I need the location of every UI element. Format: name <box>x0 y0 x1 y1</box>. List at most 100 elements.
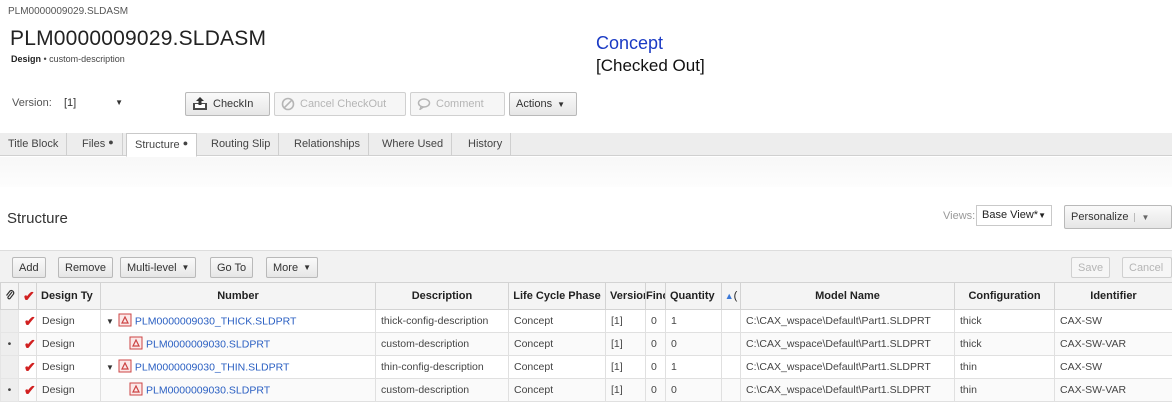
quantity-cell: 1 <box>665 355 722 379</box>
design-type-cell: Design <box>36 355 101 379</box>
lifecycle-cell: Concept <box>508 355 606 379</box>
version-select[interactable]: [1] ▼ <box>60 94 128 112</box>
tab-title-block[interactable]: Title Block <box>0 133 68 156</box>
number-cell: PLM0000009030.SLDPRT <box>100 332 376 356</box>
checkmark-icon: ✔ <box>24 312 36 329</box>
expand-triangle-icon[interactable]: ▼ <box>106 363 114 372</box>
column-header-quantity[interactable]: Quantity <box>665 282 722 310</box>
find-number-cell: 0 <box>645 355 666 379</box>
tab-indicator-dot: ● <box>182 138 189 148</box>
model-name-cell: C:\CAX_wspace\Default\Part1.SLDPRT <box>740 332 955 356</box>
description-cell: thick-config-description <box>375 309 509 333</box>
tab-relationships[interactable]: Relationships <box>286 133 370 156</box>
spacer-cell <box>721 332 741 356</box>
chevron-down-icon: ▼ <box>115 98 123 107</box>
checkin-button[interactable]: CheckIn <box>185 92 270 116</box>
comment-icon <box>417 98 431 110</box>
number-link[interactable]: PLM0000009030.SLDPRT <box>146 338 270 350</box>
column-header-model-name[interactable]: Model Name <box>740 282 955 310</box>
expand-triangle-icon[interactable]: ▼ <box>106 317 114 326</box>
tab-history[interactable]: History <box>460 133 512 156</box>
version-cell: [1] <box>605 355 646 379</box>
model-name-cell: C:\CAX_wspace\Default\Part1.SLDPRT <box>740 355 955 379</box>
tab-where-used[interactable]: Where Used <box>374 133 453 156</box>
chevron-down-icon[interactable]: ▼ <box>1134 212 1149 222</box>
table-row[interactable]: ✔ Design ▼ PLM0000009030_THIN.SLDPRT thin-co… <box>0 355 1172 379</box>
table-row[interactable]: • ✔ Design PLM0000009030.SLDPRT custom-descr… <box>0 332 1172 356</box>
spacer-cell <box>721 309 741 333</box>
design-type-cell: Design <box>36 309 101 333</box>
row-selector[interactable]: • <box>0 378 19 402</box>
part-icon <box>118 313 132 330</box>
save-button[interactable]: Save <box>1071 257 1111 278</box>
number-link[interactable]: PLM0000009030.SLDPRT <box>146 384 270 396</box>
column-header-configuration[interactable]: Configuration <box>954 282 1055 310</box>
remove-button[interactable]: Remove <box>58 257 113 278</box>
checkin-icon <box>192 97 208 111</box>
status-column-header[interactable]: ✔ <box>18 282 37 310</box>
design-type-cell: Design <box>36 332 101 356</box>
go-to-button[interactable]: Go To <box>210 257 254 278</box>
find-number-cell: 0 <box>645 378 666 402</box>
actions-button[interactable]: Actions ▼ <box>509 92 577 116</box>
cancel-button[interactable]: Cancel <box>1122 257 1172 278</box>
breadcrumb: PLM0000009029.SLDASM <box>8 6 129 17</box>
configuration-cell: thin <box>954 355 1055 379</box>
column-header-version[interactable]: Version <box>605 282 646 310</box>
checkmark-icon: ✔ <box>24 381 36 398</box>
personalize-button[interactable]: Personalize ▼ <box>1064 205 1172 229</box>
model-name-cell: C:\CAX_wspace\Default\Part1.SLDPRT <box>740 309 955 333</box>
column-header-sort[interactable]: ▲( <box>721 282 741 310</box>
configuration-cell: thick <box>954 332 1055 356</box>
sort-ascending-icon: ▲ <box>724 291 734 301</box>
find-number-cell: 0 <box>645 309 666 333</box>
table-row[interactable]: • ✔ Design PLM0000009030.SLDPRT custom-descr… <box>0 378 1172 402</box>
number-link[interactable]: PLM0000009030_THIN.SLDPRT <box>135 361 289 373</box>
checkout-status: [Checked Out] <box>596 56 705 75</box>
add-button[interactable]: Add <box>12 257 46 278</box>
identifier-cell: CAX-SW-VAR <box>1054 332 1172 356</box>
views-select[interactable]: Base View* ▼ <box>976 205 1052 226</box>
chevron-down-icon: ▼ <box>1038 211 1046 220</box>
status-cell: ✔ <box>18 378 37 402</box>
tab-structure[interactable]: Structure ● <box>126 133 198 157</box>
page-title: PLM0000009029.SLDASM <box>10 27 267 50</box>
description-cell: custom-description <box>375 332 509 356</box>
identifier-cell: CAX-SW <box>1054 355 1172 379</box>
column-header-number[interactable]: Number <box>100 282 376 310</box>
table-row[interactable]: ✔ Design ▼ PLM0000009030_THICK.SLDPRT thick-… <box>0 309 1172 333</box>
more-button[interactable]: More ▼ <box>266 257 318 278</box>
attachment-column-header[interactable] <box>0 282 19 310</box>
version-cell: [1] <box>605 309 646 333</box>
column-header-lifecycle[interactable]: Life Cycle Phase <box>508 282 606 310</box>
multi-level-button[interactable]: Multi-level ▼ <box>120 257 197 278</box>
tab-files[interactable]: Files ● <box>74 133 123 156</box>
tab-content-band <box>0 157 1172 187</box>
status-cell: ✔ <box>18 332 37 356</box>
checkin-label: CheckIn <box>213 98 254 110</box>
column-header-find[interactable]: Finc <box>645 282 666 310</box>
row-selector[interactable] <box>0 355 19 379</box>
part-icon <box>118 359 132 376</box>
cancel-checkout-button[interactable]: Cancel CheckOut <box>274 92 406 116</box>
personalize-label: Personalize <box>1071 211 1129 223</box>
comment-label: Comment <box>436 98 484 110</box>
views-label: Views: <box>943 210 976 222</box>
design-type-cell: Design <box>36 378 101 402</box>
lifecycle-cell: Concept <box>508 332 606 356</box>
paperclip-icon <box>5 289 15 304</box>
row-selector[interactable] <box>0 309 19 333</box>
column-header-identifier[interactable]: Identifier <box>1054 282 1172 310</box>
cancel-icon <box>281 97 295 111</box>
column-header-description[interactable]: Description <box>375 282 509 310</box>
quantity-cell: 1 <box>665 309 722 333</box>
configuration-cell: thin <box>954 378 1055 402</box>
row-selector[interactable]: • <box>0 332 19 356</box>
chevron-down-icon: ▼ <box>303 263 311 272</box>
comment-button[interactable]: Comment <box>410 92 505 116</box>
number-cell: PLM0000009030.SLDPRT <box>100 378 376 402</box>
tab-routing-slip[interactable]: Routing Slip <box>203 133 280 156</box>
number-link[interactable]: PLM0000009030_THICK.SLDPRT <box>135 315 296 327</box>
column-header-design-type[interactable]: Design Ty <box>36 282 101 310</box>
cancel-checkout-label: Cancel CheckOut <box>300 98 387 110</box>
